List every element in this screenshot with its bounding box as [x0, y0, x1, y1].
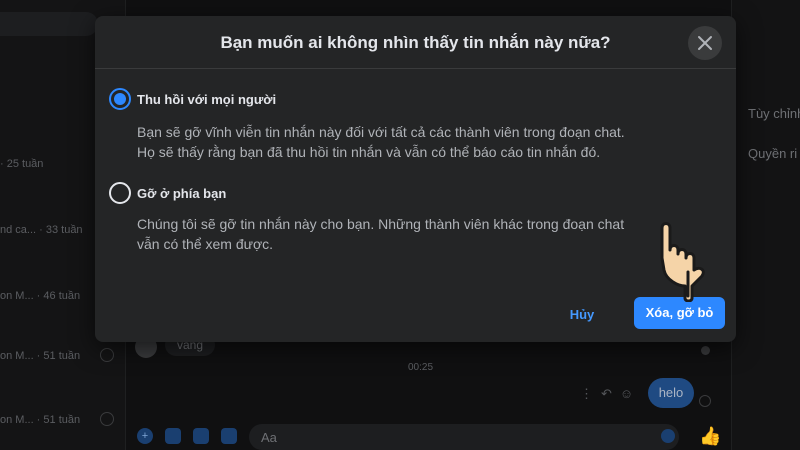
dialog-header: Bạn muốn ai không nhìn thấy tin nhắn này…	[95, 16, 736, 69]
customize-chat-option[interactable]: Tùy chỉnh	[748, 106, 800, 121]
message-input-placeholder: Aa	[261, 430, 277, 445]
dialog-title: Bạn muốn ai không nhìn thấy tin nhắn này…	[220, 33, 611, 52]
conversation-meta: nd ca... · 33 tuần	[0, 224, 83, 236]
description-line: vẫn có thể xem được.	[137, 236, 274, 252]
sticker-icon[interactable]	[193, 428, 209, 444]
gif-icon[interactable]	[221, 428, 237, 444]
conversation-meta: on M... · 46 tuần	[0, 290, 81, 302]
emoji-icon[interactable]	[661, 429, 675, 443]
sidebar-search[interactable]	[0, 12, 98, 36]
outgoing-message: helo	[648, 378, 694, 408]
message-timestamp: 00:25	[408, 362, 434, 373]
unsend-message-dialog: Bạn muốn ai không nhìn thấy tin nhắn này…	[95, 16, 736, 342]
conversation-info-panel: Tùy chỉnh Quyền ri	[731, 0, 800, 450]
radio-remove-for-you[interactable]	[109, 182, 131, 204]
seen-avatar	[701, 346, 710, 355]
read-receipt-icon	[100, 348, 114, 362]
cancel-button[interactable]: Hủy	[557, 301, 607, 329]
sent-status-icon	[699, 395, 711, 407]
conversation-row[interactable]: on M... · 51 tuần	[0, 346, 126, 368]
message-composer: + Aa 👍	[127, 418, 730, 450]
image-icon[interactable]	[165, 428, 181, 444]
plus-icon[interactable]: +	[137, 428, 153, 444]
conversation-meta: on M... · 51 tuần	[0, 350, 81, 362]
description-line: Họ sẽ thấy rằng bạn đã thu hồi tin nhắn …	[137, 144, 601, 160]
close-button[interactable]	[688, 26, 722, 60]
close-icon	[698, 36, 712, 50]
radio-selected-dot	[114, 93, 126, 105]
read-receipt-icon	[100, 412, 114, 426]
option-description: Chúng tôi sẽ gỡ tin nhắn này cho bạn. Nh…	[137, 214, 727, 254]
message-actions[interactable]: ⋮↶☺	[580, 386, 641, 402]
option-label: Gỡ ở phía bạn	[137, 186, 227, 201]
conversation-meta: on M... · 51 tuần	[0, 414, 81, 426]
description-line: Chúng tôi sẽ gỡ tin nhắn này cho bạn. Nh…	[137, 216, 625, 232]
pointing-hand-icon	[660, 222, 705, 302]
option-label: Thu hồi với mọi người	[137, 92, 277, 107]
radio-unsend-for-everyone[interactable]	[109, 88, 131, 110]
conversation-row[interactable]: on M... · 51 tuần	[0, 410, 126, 432]
thumbs-up-icon[interactable]: 👍	[699, 426, 721, 447]
conversation-meta: · 25 tuần	[0, 158, 44, 170]
message-input[interactable]: Aa	[249, 424, 679, 450]
option-description: Bạn sẽ gỡ vĩnh viễn tin nhắn này đối với…	[137, 122, 727, 162]
description-line: Bạn sẽ gỡ vĩnh viễn tin nhắn này đối với…	[137, 124, 625, 140]
privacy-option[interactable]: Quyền ri	[748, 146, 797, 161]
